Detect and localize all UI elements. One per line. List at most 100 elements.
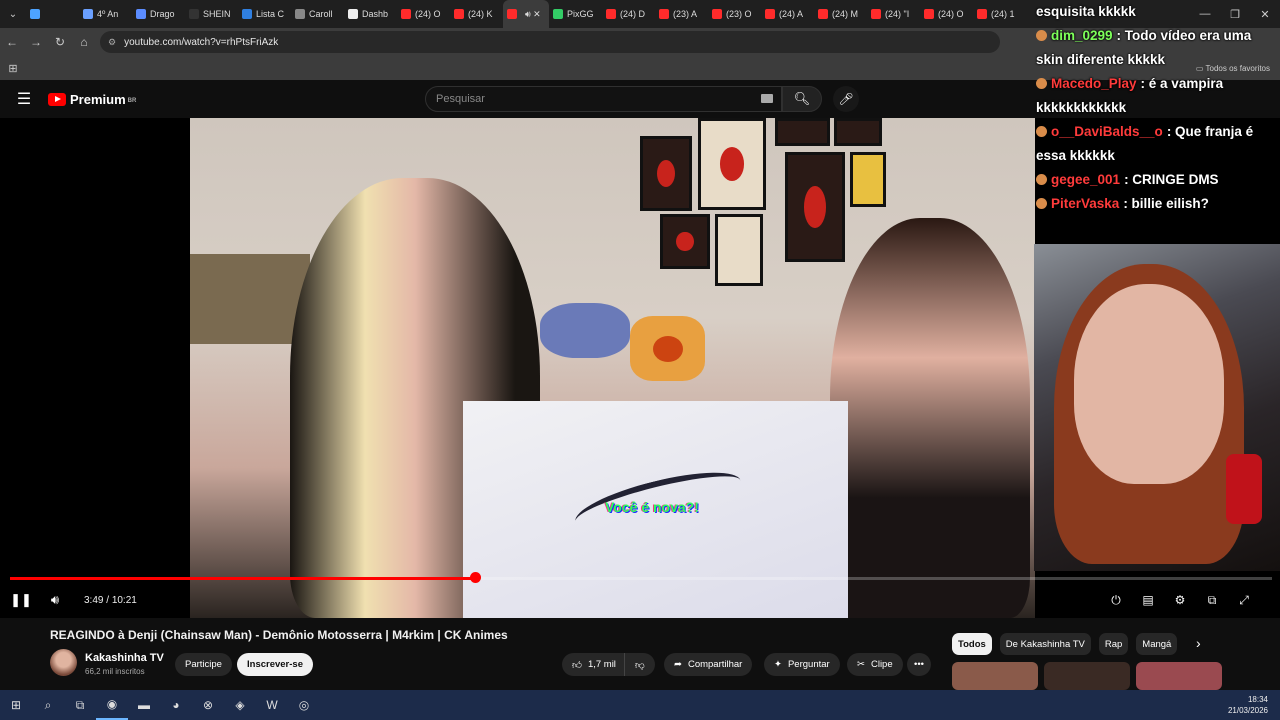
subscribe-button[interactable]: Inscrever-se <box>237 653 313 676</box>
browser-tab[interactable]: Caroll <box>291 0 344 28</box>
tab-label: (24) "I <box>885 9 910 19</box>
clip-button[interactable]: ✂ Clipe <box>847 653 903 676</box>
filter-chip[interactable]: Mangá <box>1136 633 1178 655</box>
channel-name[interactable]: Kakashinha TV <box>85 652 164 664</box>
home-button[interactable]: ⌂ <box>72 28 96 56</box>
browser-tab[interactable]: Dashb <box>344 0 397 28</box>
microphone-icon: 🎤︎ <box>838 92 854 106</box>
join-button[interactable]: Participe <box>175 653 232 676</box>
tab-label: Dashb <box>362 9 389 19</box>
file-explorer-icon[interactable]: ▬ <box>128 690 160 720</box>
tab-label: Drago <box>150 9 175 19</box>
browser-tab[interactable]: (23) A <box>655 0 708 28</box>
back-button[interactable]: ← <box>0 28 24 56</box>
progress-fill <box>10 577 476 580</box>
ask-button[interactable]: ✦ Perguntar <box>764 653 840 676</box>
recommendation-thumbnails <box>952 662 1222 690</box>
video-thumbnail[interactable] <box>952 662 1038 690</box>
chat-badge-icon <box>1036 126 1047 137</box>
obs-icon[interactable]: ◎ <box>288 690 320 720</box>
tab-search-button[interactable]: ⌄ <box>0 0 26 28</box>
tab-label: (24) D <box>620 9 646 19</box>
fullscreen-button[interactable]: ⤢ <box>1228 586 1260 614</box>
browser-tab[interactable]: PixGG <box>549 0 602 28</box>
scissors-icon: ✂ <box>857 659 865 670</box>
url-input[interactable]: ⚙ youtube.com/watch?v=rhPtsFriAzk <box>100 31 1000 53</box>
chat-username: PiterVaska <box>1051 196 1120 211</box>
wall-poster <box>850 152 886 207</box>
search-button[interactable]: 🔍︎ <box>782 86 822 112</box>
site-info-icon[interactable]: ⚙ <box>108 37 116 48</box>
tab-favicon-icon <box>924 9 934 19</box>
search-input[interactable]: Pesquisar <box>425 86 782 112</box>
progress-bar[interactable] <box>10 572 1272 583</box>
thumbs-up-icon: 👍︎ <box>572 659 582 671</box>
pause-button[interactable]: ❚❚ <box>4 586 38 614</box>
person-right <box>830 218 1030 618</box>
security-icon[interactable]: ◈ <box>224 690 256 720</box>
chevron-right-icon[interactable]: › <box>1196 635 1201 651</box>
filter-chip[interactable]: De Kakashinha TV <box>999 633 1091 655</box>
more-actions-button[interactable]: ••• <box>907 653 931 676</box>
video-thumbnail[interactable] <box>1136 662 1222 690</box>
miniplayer-button[interactable]: ⧉ <box>1196 586 1228 614</box>
browser-tab[interactable]: SHEIN <box>185 0 238 28</box>
like-button[interactable]: 👍︎ 1,7 mil <box>562 653 624 676</box>
thumbs-down-icon: 👎︎ <box>635 659 645 671</box>
browser-tab[interactable]: (24) "I <box>867 0 920 28</box>
tab-favicon-icon <box>712 9 722 19</box>
keyboard-icon[interactable] <box>761 94 773 103</box>
chrome-icon[interactable]: ◉ <box>96 690 128 720</box>
video-thumbnail[interactable] <box>1044 662 1130 690</box>
xbox-icon[interactable]: ⊗ <box>192 690 224 720</box>
browser-tab[interactable]: 🔊︎ ✕ <box>503 0 549 28</box>
chat-overlay: esquisita kkkkk dim_0299: Todo vídeo era … <box>1036 0 1280 216</box>
mute-button[interactable]: 🔊︎ <box>38 586 72 614</box>
tab-favicon-icon <box>348 9 358 19</box>
browser-tab[interactable]: Drago <box>132 0 185 28</box>
browser-tab[interactable]: (24) A <box>761 0 814 28</box>
apps-grid-icon[interactable]: ⊞ <box>0 62 26 75</box>
wall-poster <box>715 214 763 286</box>
tab-list: 4º An Drago SHEIN Lista C Caroll Dashb (24) O (… <box>26 0 1026 28</box>
chat-message: PiterVaska: billie eilish? <box>1036 192 1280 216</box>
video-title: REAGINDO à Denji (Chainsaw Man) - Demôni… <box>50 628 508 642</box>
system-clock[interactable]: 18:34 21/03/2026 <box>1228 694 1268 716</box>
menu-icon[interactable]: ☰ <box>0 89 48 109</box>
share-button[interactable]: ➦ Compartilhar <box>664 653 753 676</box>
browser-tab[interactable]: (24) D <box>602 0 655 28</box>
close-tab-icon[interactable]: 🔊︎ ✕ <box>525 9 541 20</box>
channel-avatar[interactable] <box>50 649 77 676</box>
forward-button[interactable]: → <box>24 28 48 56</box>
miniplayer-icon: ⧉ <box>1207 592 1217 607</box>
tab-label: PixGG <box>567 9 594 19</box>
browser-tab[interactable]: (23) O <box>708 0 761 28</box>
browser-tab[interactable]: (24) K <box>450 0 503 28</box>
filter-chip[interactable]: Todos <box>952 633 992 655</box>
tab-label: SHEIN <box>203 9 231 19</box>
browser-tab[interactable]: (24) M <box>814 0 867 28</box>
subtitles-button[interactable]: ▤ <box>1132 586 1164 614</box>
youtube-logo[interactable]: Premium BR <box>48 92 136 107</box>
filter-chip[interactable]: Rap <box>1098 633 1129 655</box>
task-view-icon[interactable]: ⧉ <box>64 690 96 720</box>
browser-tab[interactable]: 4º An <box>79 0 132 28</box>
settings-button[interactable]: ⚙ <box>1164 586 1196 614</box>
dislike-button[interactable]: 👎︎ <box>624 653 655 676</box>
browser-tab[interactable]: Lista C <box>238 0 291 28</box>
word-icon[interactable]: W <box>256 690 288 720</box>
browser-tab[interactable] <box>26 0 79 28</box>
browser-tab[interactable]: (24) O <box>397 0 450 28</box>
browser-tab[interactable]: (24) O <box>920 0 973 28</box>
start-icon[interactable]: ⊞ <box>0 690 32 720</box>
browser-tab[interactable]: (24) 1 <box>973 0 1026 28</box>
voice-search-button[interactable]: 🎤︎ <box>833 86 859 112</box>
volume-icon: 🔊︎ <box>50 592 60 607</box>
autoplay-toggle[interactable]: ⏻ <box>1100 586 1132 614</box>
discord-icon[interactable]: ◕ <box>160 690 192 720</box>
search-icon[interactable]: ⌕ <box>32 690 64 720</box>
reload-button[interactable]: ↻ <box>48 28 72 56</box>
face <box>1074 284 1224 484</box>
chat-badge-icon <box>1036 198 1047 209</box>
tab-favicon-icon <box>977 9 987 19</box>
